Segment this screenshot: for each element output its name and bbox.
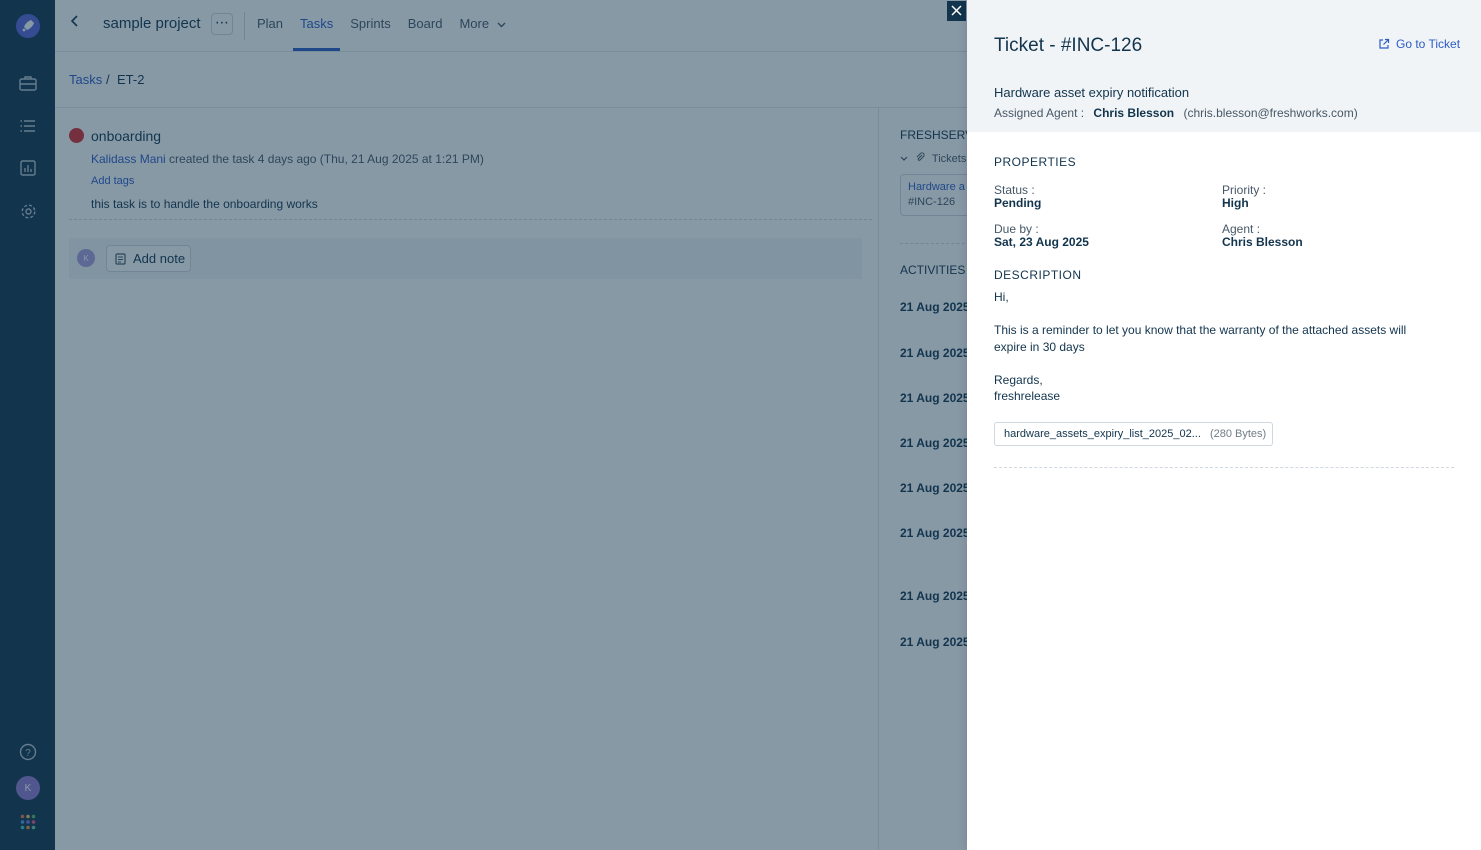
attachment-chip[interactable]: hardware_assets_expiry_list_2025_02... (… — [994, 422, 1273, 446]
attachment-name: hardware_assets_expiry_list_2025_02... — [1004, 428, 1201, 440]
description-regards: Regards, — [994, 373, 1043, 387]
due-by-value: Sat, 23 Aug 2025 — [994, 235, 1089, 249]
assigned-agent: Assigned Agent : Chris Blesson (chris.bl… — [994, 106, 1358, 120]
modal-backdrop[interactable] — [0, 0, 967, 850]
description-line: This is a reminder to let you know that … — [994, 323, 1407, 337]
external-link-icon — [1379, 38, 1390, 49]
go-to-ticket-label: Go to Ticket — [1396, 37, 1461, 51]
ticket-subject: Hardware asset expiry notification — [994, 85, 1190, 100]
description-greeting: Hi, — [994, 290, 1009, 304]
assigned-agent-email: (chris.blesson@freshworks.com) — [1183, 106, 1358, 120]
properties-heading: PROPERTIES — [994, 155, 1077, 169]
ticket-title: Ticket - #INC-126 — [994, 35, 1143, 56]
close-icon — [951, 5, 962, 16]
ticket-drawer-header: Ticket - #INC-126 Go to Ticket Hardware … — [967, 0, 1481, 132]
divider — [994, 467, 1454, 468]
ticket-drawer: Ticket - #INC-126 Go to Ticket Hardware … — [967, 0, 1481, 850]
status-label: Status : — [994, 183, 1035, 197]
status-value: Pending — [994, 196, 1042, 210]
agent-label: Agent : — [1222, 222, 1261, 236]
close-drawer-button[interactable] — [947, 1, 966, 21]
attachment-size: (280 Bytes) — [1209, 428, 1267, 440]
description-line: expire in 30 days — [994, 340, 1085, 354]
description-signature: freshrelease — [994, 389, 1061, 403]
agent-value: Chris Blesson — [1222, 235, 1303, 249]
assigned-agent-name: Chris Blesson — [1093, 106, 1175, 120]
priority-label: Priority : — [1222, 183, 1267, 197]
priority-value: High — [1222, 196, 1249, 210]
description-heading: DESCRIPTION — [994, 268, 1082, 282]
assigned-agent-label: Assigned Agent : — [994, 106, 1085, 120]
go-to-ticket-link[interactable]: Go to Ticket — [1378, 37, 1460, 51]
due-by-label: Due by : — [994, 222, 1039, 236]
